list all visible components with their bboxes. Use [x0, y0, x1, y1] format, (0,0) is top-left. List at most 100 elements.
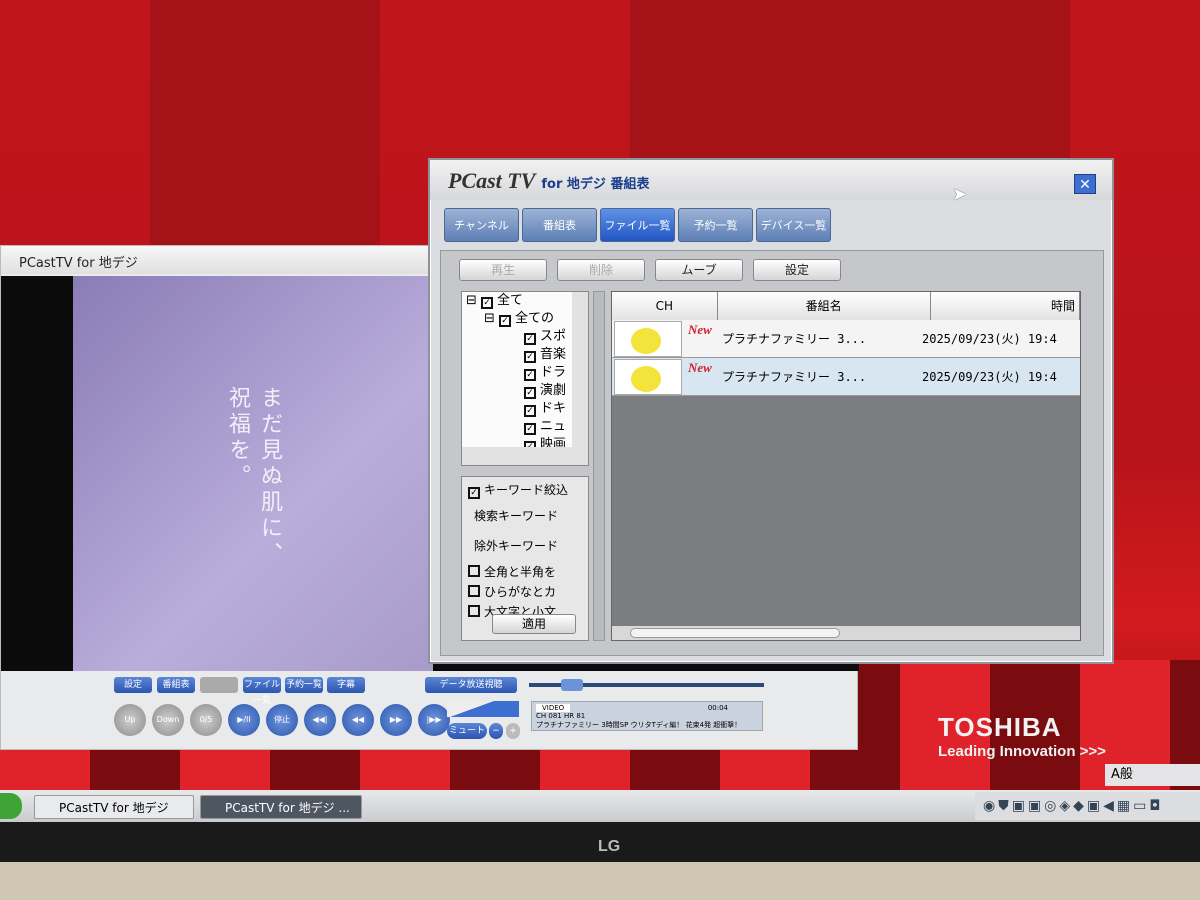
program-title: プラチナファミリー 3... [722, 370, 867, 384]
column-time[interactable]: 時間 [931, 292, 1080, 320]
file-list-button[interactable]: ファイル一覧 [243, 677, 281, 706]
taskbar: PCastTV for 地デジ PCastTV for 地デジ ... ◉⛊▣▣… [0, 790, 1200, 822]
tree-label: ドキ [540, 401, 567, 416]
tree-item[interactable]: ✓ ドキ [462, 400, 588, 418]
checkbox-checked-icon[interactable]: ✓ [524, 405, 536, 417]
program-title: プラチナファミリー 3... [722, 332, 867, 346]
mute-button[interactable]: ミュート [447, 723, 487, 739]
close-button[interactable]: ✕ [1074, 174, 1096, 194]
toshiba-logo: TOSHIBA Leading Innovation >>> [938, 712, 1106, 760]
move-button[interactable]: ムーブ [655, 259, 743, 281]
column-title[interactable]: 番組名 [718, 292, 931, 320]
taskbar-item[interactable]: PCastTV for 地デジ [34, 795, 194, 819]
checkbox-checked-icon[interactable]: ✓ [499, 315, 512, 327]
volume-meter[interactable] [447, 701, 519, 717]
search-keyword-label[interactable]: 検索キーワード [474, 507, 582, 527]
mouse-cursor-icon: ➤ [952, 184, 968, 205]
tree-item[interactable]: ⊟ ✓ 全ての [462, 310, 588, 328]
channel-down-button[interactable]: Down [152, 704, 184, 736]
file-list-panel: 再生 削除 ムーブ 設定 ⊟ ✓ 全て ⊟ ✓ 全ての ✓ スポ ✓ 音楽 ✓ ドラ ✓ 演… [440, 250, 1104, 656]
option-checkbox[interactable]: 全角と半角を [468, 563, 582, 583]
settings-button[interactable]: 設定 [114, 677, 152, 693]
program-info-panel: VIDEO 00:04 CH 081 HR 81 プラチナファミリー 3時間SP… [531, 701, 763, 731]
tree-item[interactable]: ✓ 音楽 [462, 346, 588, 364]
play-button[interactable]: 再生 [459, 259, 547, 281]
option-checkbox[interactable]: ひらがなとカ [468, 583, 582, 603]
logo-text: PCast TV [448, 168, 536, 193]
play-pause-button[interactable]: ▶/II [228, 704, 260, 736]
list-header: CH 番組名 時間 [612, 292, 1080, 320]
checkbox-checked-icon[interactable]: ✓ [524, 387, 536, 399]
delete-button[interactable]: 削除 [557, 259, 645, 281]
tab-reservations[interactable]: 予約一覧 [678, 208, 753, 242]
tree-vscrollbar[interactable] [572, 292, 588, 447]
list-hscrollbar[interactable] [612, 626, 1080, 640]
keyword-filter-panel: ✓ キーワード絞込 検索キーワード 除外キーワード 全角と半角を ひらがなとカ 大… [461, 476, 589, 641]
checkbox-checked-icon[interactable]: ✓ [524, 351, 536, 363]
tree-label: スポ [540, 329, 567, 344]
new-badge: New [688, 360, 712, 375]
program-guide-window: PCast TV for 地デジ 番組表 ✕ チャンネル 番組表 ファイル一覧 予… [428, 158, 1114, 664]
data-broadcast-button[interactable]: データ放送視聴 [425, 677, 517, 693]
tagline-text: Leading Innovation >>> [938, 743, 1106, 760]
epg-button[interactable]: 番組表 [157, 677, 195, 693]
channel-thumbnail [614, 358, 682, 395]
seek-back-button[interactable]: ◀◀| [304, 704, 336, 736]
tree-item[interactable]: ✓ スポ [462, 328, 588, 346]
taskbar-item-active[interactable]: PCastTV for 地デジ ... [200, 795, 362, 819]
checkbox-icon[interactable] [468, 585, 480, 597]
scroll-thumb[interactable] [630, 628, 840, 638]
seek-forward-button[interactable]: |▶▶ [418, 704, 450, 736]
disabled-button[interactable] [200, 677, 238, 693]
audio-button[interactable]: 0/5 [190, 704, 222, 736]
tab-bar: チャンネル 番組表 ファイル一覧 予約一覧 デバイス一覧 [444, 208, 831, 242]
panel-splitter[interactable] [593, 291, 605, 641]
seek-thumb[interactable] [561, 679, 583, 691]
keyword-filter-checkbox[interactable]: ✓ キーワード絞込 [468, 481, 582, 501]
tree-hscrollbar[interactable] [462, 447, 588, 465]
new-badge: New [688, 322, 712, 337]
tab-file-list[interactable]: ファイル一覧 [600, 208, 675, 242]
checkbox-checked-icon[interactable]: ✓ [524, 369, 536, 381]
tree-item[interactable]: ⊟ ✓ 全て [462, 292, 588, 310]
file-list: CH 番組名 時間 New プラチナファミリー 3... 2025/09/23(… [611, 291, 1081, 641]
genre-tree[interactable]: ⊟ ✓全て ⊟ ✓全ての ✓スポ ✓音楽 ✓ドラ ✓演劇 ✓ドキ ✓ニュ ✓映画 [461, 291, 589, 466]
subtitle-button[interactable]: 字幕 [327, 677, 365, 693]
checkbox-checked-icon[interactable]: ✓ [468, 487, 480, 499]
channel-up-button[interactable]: Up [114, 704, 146, 736]
start-button[interactable] [0, 793, 22, 819]
ime-bar[interactable]: A般 [1105, 764, 1200, 786]
stop-button[interactable]: 停止 [266, 704, 298, 736]
fast-forward-button[interactable]: ▶▶ [380, 704, 412, 736]
tree-label: 音楽 [540, 347, 567, 362]
tab-channel[interactable]: チャンネル [444, 208, 519, 242]
reservation-list-button[interactable]: 予約一覧 [285, 677, 323, 693]
tab-devices[interactable]: デバイス一覧 [756, 208, 831, 242]
tree-label: ニュ [540, 419, 567, 434]
list-row-selected[interactable]: New プラチナファミリー 3... 2025/09/23(火) 19:4 [612, 358, 1080, 396]
tree-item[interactable]: ✓ ドラ [462, 364, 588, 382]
mode-label: VIDEO [536, 704, 571, 712]
apply-button[interactable]: 適用 [492, 614, 576, 634]
tree-item[interactable]: ✓ 演劇 [462, 382, 588, 400]
checkbox-checked-icon[interactable]: ✓ [481, 297, 494, 309]
tab-epg[interactable]: 番組表 [522, 208, 597, 242]
rewind-button[interactable]: ◀◀ [342, 704, 374, 736]
checkbox-icon[interactable] [468, 605, 480, 617]
list-row[interactable]: New プラチナファミリー 3... 2025/09/23(火) 19:4 [612, 320, 1080, 358]
tree-label: 演劇 [540, 383, 567, 398]
tree-item[interactable]: ✓ ニュ [462, 418, 588, 436]
exclude-keyword-label[interactable]: 除外キーワード [474, 537, 582, 557]
volume-up-button[interactable]: + [506, 723, 520, 739]
settings-button[interactable]: 設定 [753, 259, 841, 281]
column-ch[interactable]: CH [612, 292, 718, 320]
checkbox-icon[interactable] [468, 565, 480, 577]
system-tray[interactable]: ◉⛊▣▣◎◈◆▣◀▦▭◘ [975, 792, 1200, 820]
program-time: 2025/09/23(火) 19:4 [922, 332, 1057, 346]
seek-slider[interactable] [529, 679, 764, 691]
volume-down-button[interactable]: − [489, 723, 503, 739]
logo-subtitle: for 地デジ 番組表 [541, 177, 650, 192]
player-controls: 設定 番組表 ファイル一覧 予約一覧 字幕 データ放送視聴 Up Down 0/… [19, 671, 859, 746]
checkbox-checked-icon[interactable]: ✓ [524, 423, 536, 435]
checkbox-checked-icon[interactable]: ✓ [524, 333, 536, 345]
